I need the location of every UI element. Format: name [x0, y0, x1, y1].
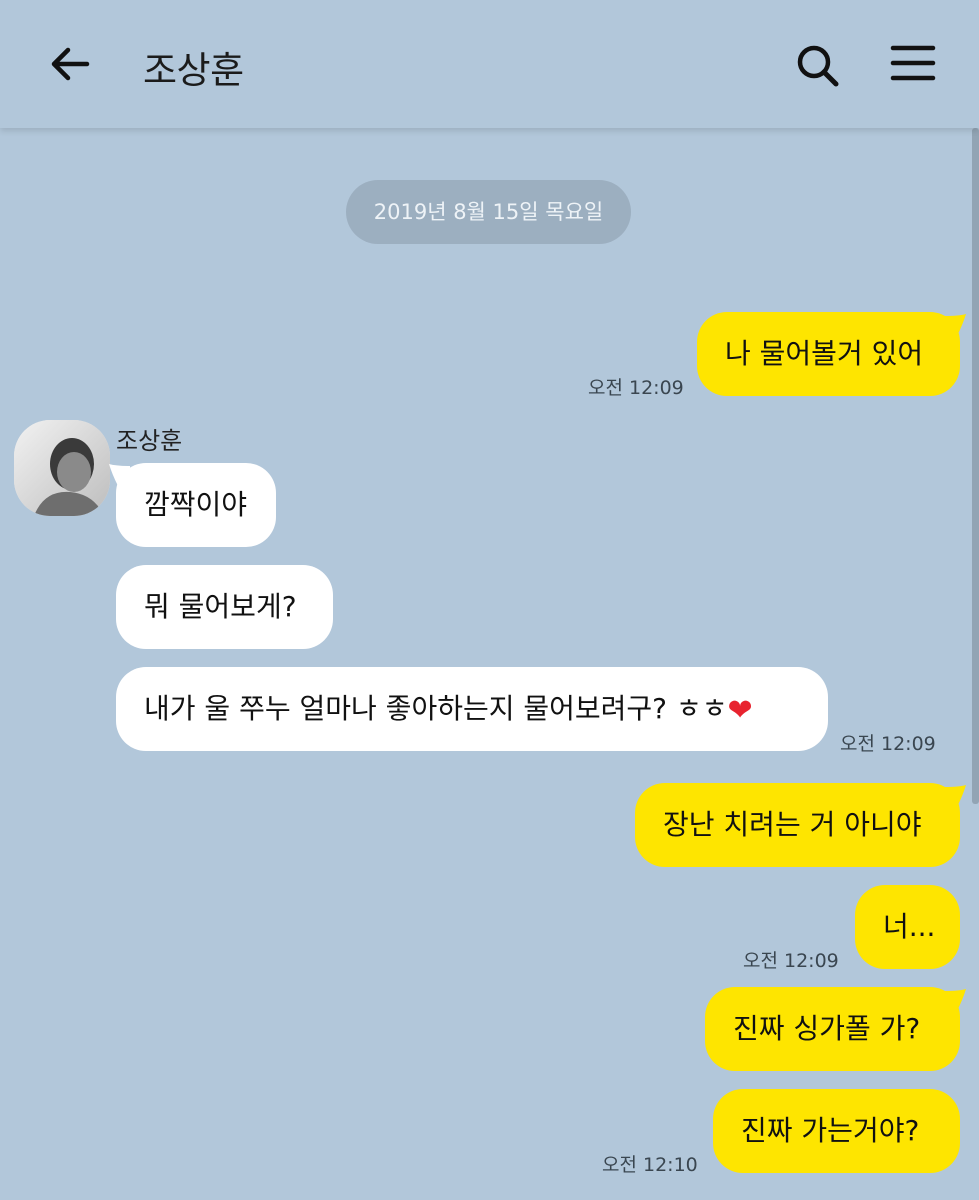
hamburger-menu-icon: [890, 45, 936, 81]
my-message-bubble[interactable]: 진짜 싱가폴 가?: [705, 987, 960, 1071]
search-button[interactable]: [790, 38, 846, 94]
message-text: 내가 울 쭈누 얼마나 좋아하는지 물어보려구? ㅎㅎ: [144, 692, 728, 725]
their-message-bubble[interactable]: 뭐 물어보게?: [116, 565, 333, 649]
message-text: 뭐 물어보게?: [144, 590, 297, 623]
chat-title: 조상훈: [143, 49, 244, 92]
bubble-tail: [945, 785, 966, 807]
back-button[interactable]: [44, 38, 96, 90]
message-text: 너...: [883, 910, 936, 943]
bubble-tail: [945, 989, 966, 1011]
profile-photo: [14, 420, 110, 516]
bubble-tail: [945, 314, 966, 336]
their-message-bubble[interactable]: 내가 울 쭈누 얼마나 좋아하는지 물어보려구? ㅎㅎ❤: [116, 667, 828, 751]
heart-emoji: ❤: [727, 693, 753, 728]
message-time: 오전 12:09: [743, 950, 839, 972]
sender-name: 조상훈: [116, 427, 183, 455]
message-time: 오전 12:09: [588, 377, 684, 399]
their-message-bubble[interactable]: 깜짝이야: [116, 463, 276, 547]
scrollbar[interactable]: [972, 128, 979, 804]
my-message-bubble[interactable]: 나 물어볼거 있어: [697, 312, 960, 396]
chat-header: 조상훈: [0, 0, 979, 128]
date-divider: 2019년 8월 15일 목요일: [346, 180, 631, 244]
my-message-bubble[interactable]: 장난 치려는 거 아니야: [635, 783, 960, 867]
message-text: 진짜 가는거야?: [741, 1114, 920, 1147]
arrow-left-icon: [51, 47, 90, 81]
message-time: 오전 12:09: [840, 733, 936, 755]
message-text: 장난 치려는 거 아니야: [663, 808, 922, 841]
menu-button[interactable]: [886, 38, 942, 94]
message-text: 나 물어볼거 있어: [725, 337, 924, 370]
message-text: 진짜 싱가폴 가?: [733, 1012, 921, 1045]
my-message-bubble[interactable]: 너...: [855, 885, 960, 969]
message-time: 오전 12:10: [602, 1154, 698, 1176]
my-message-bubble[interactable]: 진짜 가는거야?: [713, 1089, 960, 1173]
avatar[interactable]: [14, 420, 110, 516]
search-icon: [797, 45, 839, 87]
message-text: 깜짝이야: [144, 488, 248, 521]
